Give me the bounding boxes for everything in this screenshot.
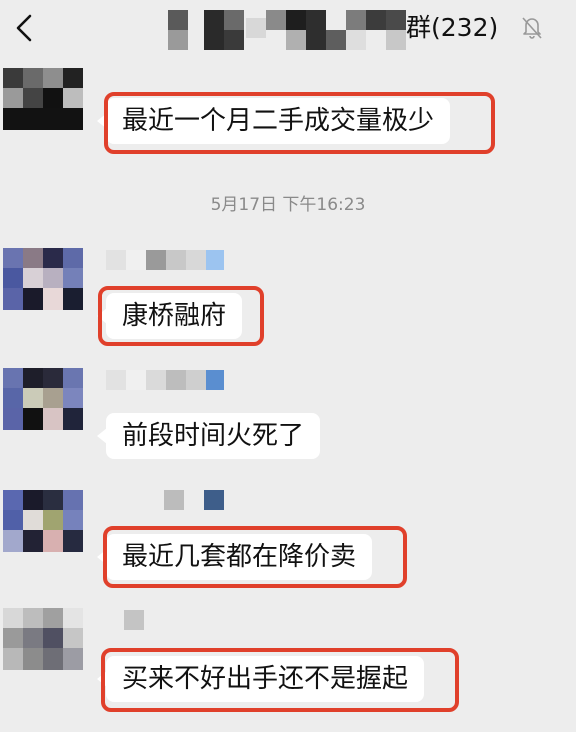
highlight-box bbox=[98, 286, 264, 346]
avatar[interactable] bbox=[3, 608, 83, 672]
highlight-box bbox=[104, 92, 495, 154]
bell-off-icon bbox=[519, 14, 545, 40]
group-name-pixelated bbox=[150, 8, 410, 52]
avatar[interactable] bbox=[3, 368, 83, 432]
highlight-box bbox=[103, 526, 407, 588]
chat-header: 群(232) bbox=[0, 0, 576, 56]
avatar[interactable] bbox=[3, 68, 83, 132]
avatar[interactable] bbox=[3, 248, 83, 312]
highlight-box bbox=[101, 648, 459, 712]
group-title: 群(232) bbox=[406, 13, 499, 42]
chevron-left-icon[interactable] bbox=[12, 10, 42, 46]
timestamp: 5月17日 下午16:23 bbox=[210, 195, 366, 215]
avatar[interactable] bbox=[3, 490, 83, 554]
message-bubble[interactable]: 前段时间火死了 bbox=[96, 413, 321, 459]
